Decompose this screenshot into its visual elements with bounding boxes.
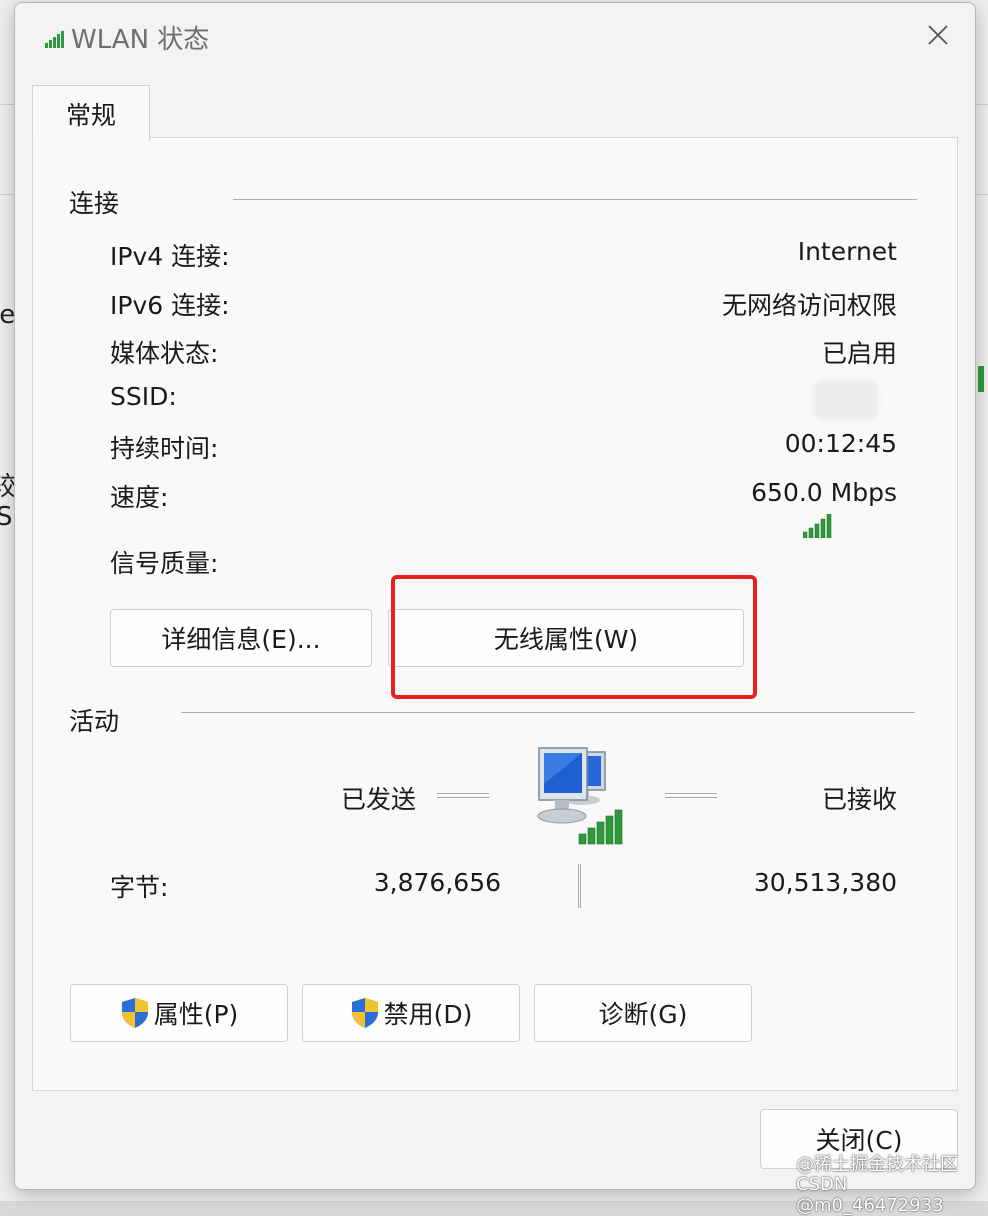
duration-value: 00:12:45 <box>784 429 897 458</box>
sent-label: 已发送 <box>341 785 417 814</box>
ipv4-label: IPv4 连接: <box>110 242 230 271</box>
details-button[interactable]: 详细信息(E)... <box>110 609 372 667</box>
general-panel: 连接 IPv4 连接: Internet IPv6 连接: 无网络访问权限 媒体… <box>32 137 958 1091</box>
media-state-value: 已启用 <box>821 339 897 368</box>
close-window-button[interactable] <box>915 15 961 55</box>
tab-general[interactable]: 常规 <box>32 85 150 141</box>
ipv6-value: 无网络访问权限 <box>721 291 897 320</box>
speed-label: 速度: <box>110 483 169 512</box>
diagnose-button[interactable]: 诊断(G) <box>534 984 752 1042</box>
received-dash <box>665 793 717 798</box>
media-state-label: 媒体状态: <box>110 339 219 368</box>
watermark-line1: @稀土掘金技术社区 <box>796 1154 958 1175</box>
signal-quality-icon <box>803 514 832 538</box>
disable-button-label: 禁用(D) <box>383 1000 473 1029</box>
duration-label: 持续时间: <box>110 434 219 463</box>
ssid-label: SSID: <box>110 382 177 411</box>
wifi-signal-icon <box>45 31 64 48</box>
connection-group-title: 连接 <box>69 189 120 218</box>
activity-group-title: 活动 <box>69 707 120 736</box>
bytes-label: 字节: <box>110 873 169 902</box>
wlan-status-dialog: WLAN 状态 常规 连接 IPv4 连接: Internet IPv6 连接:… <box>14 2 976 1190</box>
connection-group-divider <box>233 199 917 200</box>
background-signal-icon <box>978 366 984 392</box>
ipv4-value: Internet <box>797 237 897 266</box>
bytes-received-value: 30,513,380 <box>753 868 897 897</box>
background-text-fragment: le <box>0 300 16 330</box>
uac-shield-icon <box>120 997 150 1029</box>
speed-value: 650.0 Mbps <box>751 478 897 507</box>
ssid-value-redacted <box>813 380 879 420</box>
properties-button-label: 属性(P) <box>153 1000 239 1029</box>
background-text-fragment: S <box>0 502 13 532</box>
watermark-line2: CSDN @m0_46472933 <box>796 1174 944 1216</box>
network-computers-icon <box>537 747 623 845</box>
ipv6-label: IPv6 连接: <box>110 291 230 320</box>
close-icon <box>928 25 948 45</box>
window-title: WLAN 状态 <box>71 25 210 55</box>
title-bar[interactable]: WLAN 状态 <box>15 3 975 69</box>
sent-dash <box>437 793 489 798</box>
signal-quality-label: 信号质量: <box>110 549 219 578</box>
received-label: 已接收 <box>821 785 897 814</box>
red-highlight-box <box>391 575 757 699</box>
activity-group-divider <box>181 712 915 713</box>
bytes-separator <box>578 864 581 908</box>
disable-button[interactable]: 禁用(D) <box>302 984 520 1042</box>
properties-button[interactable]: 属性(P) <box>70 984 288 1042</box>
bytes-sent-value: 3,876,656 <box>373 868 501 897</box>
uac-shield-icon <box>350 997 380 1029</box>
